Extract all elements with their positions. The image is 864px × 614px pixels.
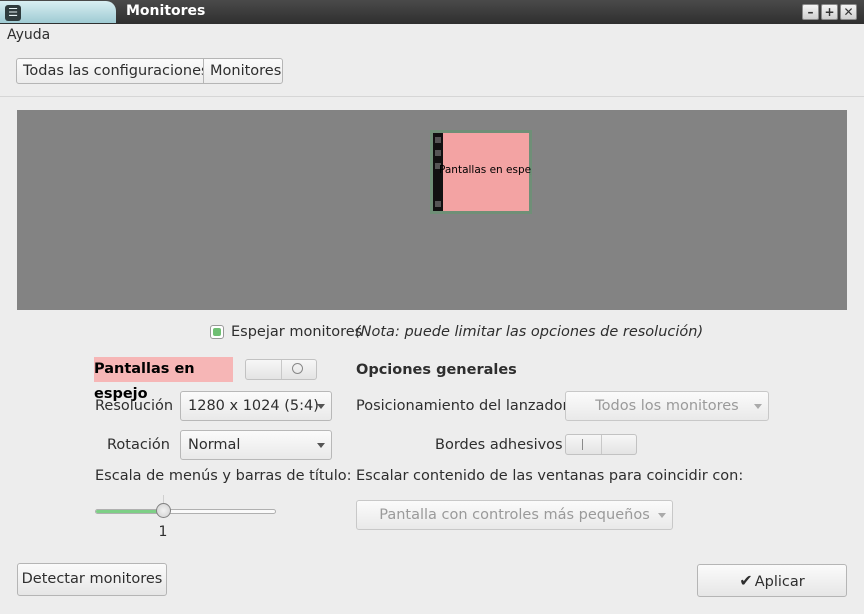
scale-windows-label: Escalar contenido de las ventanas para c…: [356, 468, 744, 484]
scale-label: Escala de menús y barras de título:: [95, 468, 352, 484]
apply-button[interactable]: ✔ Aplicar: [697, 564, 847, 597]
scale-slider[interactable]: [95, 509, 276, 514]
mirror-label[interactable]: Espejar monitores: [231, 324, 362, 340]
menu-item-help[interactable]: Ayuda: [7, 27, 50, 43]
slider-fill: [96, 510, 163, 513]
monitor-thumbnail[interactable]: Pantallas en espejo: [430, 130, 532, 214]
launcher-placement-select[interactable]: Todos los monitores: [565, 391, 769, 421]
scale-slider-handle[interactable]: [156, 503, 171, 518]
maximize-button[interactable]: +: [821, 4, 838, 20]
divider: [0, 96, 864, 97]
resolution-select[interactable]: 1280 x 1024 (5:4): [180, 391, 332, 421]
switch-off-icon: [292, 363, 303, 374]
scale-windows-value: Pantalla con controles más pequeños: [379, 507, 650, 523]
general-options-title: Opciones generales: [356, 362, 517, 378]
launcher-icon: [435, 150, 441, 156]
monitor-label: Pantallas en espejo: [439, 164, 531, 176]
menu-bar: [0, 24, 864, 48]
app-menu-icon[interactable]: ☰: [5, 5, 21, 21]
switch-divider: [601, 435, 602, 454]
mirror-checkbox[interactable]: [210, 325, 224, 339]
app-menu-tab[interactable]: ☰: [0, 1, 116, 23]
rotation-label: Rotación: [107, 437, 170, 453]
sticky-edges-label: Bordes adhesivos: [435, 437, 563, 453]
launcher-placement-value: Todos los monitores: [595, 398, 739, 414]
launcher-placement-label: Posicionamiento del lanzador: [356, 398, 569, 414]
breadcrumb-monitors[interactable]: Monitores: [203, 58, 283, 84]
resolution-label: Resolución: [95, 398, 174, 414]
chevron-down-icon: [317, 443, 325, 448]
launcher-icon: [435, 137, 441, 143]
chevron-down-icon: [754, 404, 762, 409]
checkmark-icon: ✔: [739, 571, 753, 590]
scale-windows-select[interactable]: Pantalla con controles más pequeños: [356, 500, 673, 530]
chevron-down-icon: [658, 513, 666, 518]
switch-divider: [281, 360, 282, 379]
window-title: Monitores: [126, 3, 206, 19]
minimize-button[interactable]: –: [802, 4, 819, 20]
rotation-value: Normal: [188, 437, 241, 453]
close-button[interactable]: ✕: [840, 4, 857, 20]
switch-on-icon: [582, 439, 583, 450]
detect-monitors-button[interactable]: Detectar monitores: [17, 563, 167, 596]
sticky-edges-switch[interactable]: [565, 434, 637, 455]
resolution-value: 1280 x 1024 (5:4): [188, 398, 319, 414]
checkbox-mark: [213, 328, 221, 336]
scale-value: 1: [158, 524, 168, 540]
breadcrumb-all-settings[interactable]: Todas las configuraciones: [16, 58, 209, 84]
display-title: Pantallas en espejo: [94, 357, 233, 402]
chevron-down-icon: [317, 404, 325, 409]
rotation-select[interactable]: Normal: [180, 430, 332, 460]
display-enable-switch[interactable]: [245, 359, 317, 380]
launcher-icon: [435, 201, 441, 207]
apply-label: Aplicar: [754, 574, 805, 590]
mirror-note: (Nota: puede limitar las opciones de res…: [355, 324, 704, 340]
